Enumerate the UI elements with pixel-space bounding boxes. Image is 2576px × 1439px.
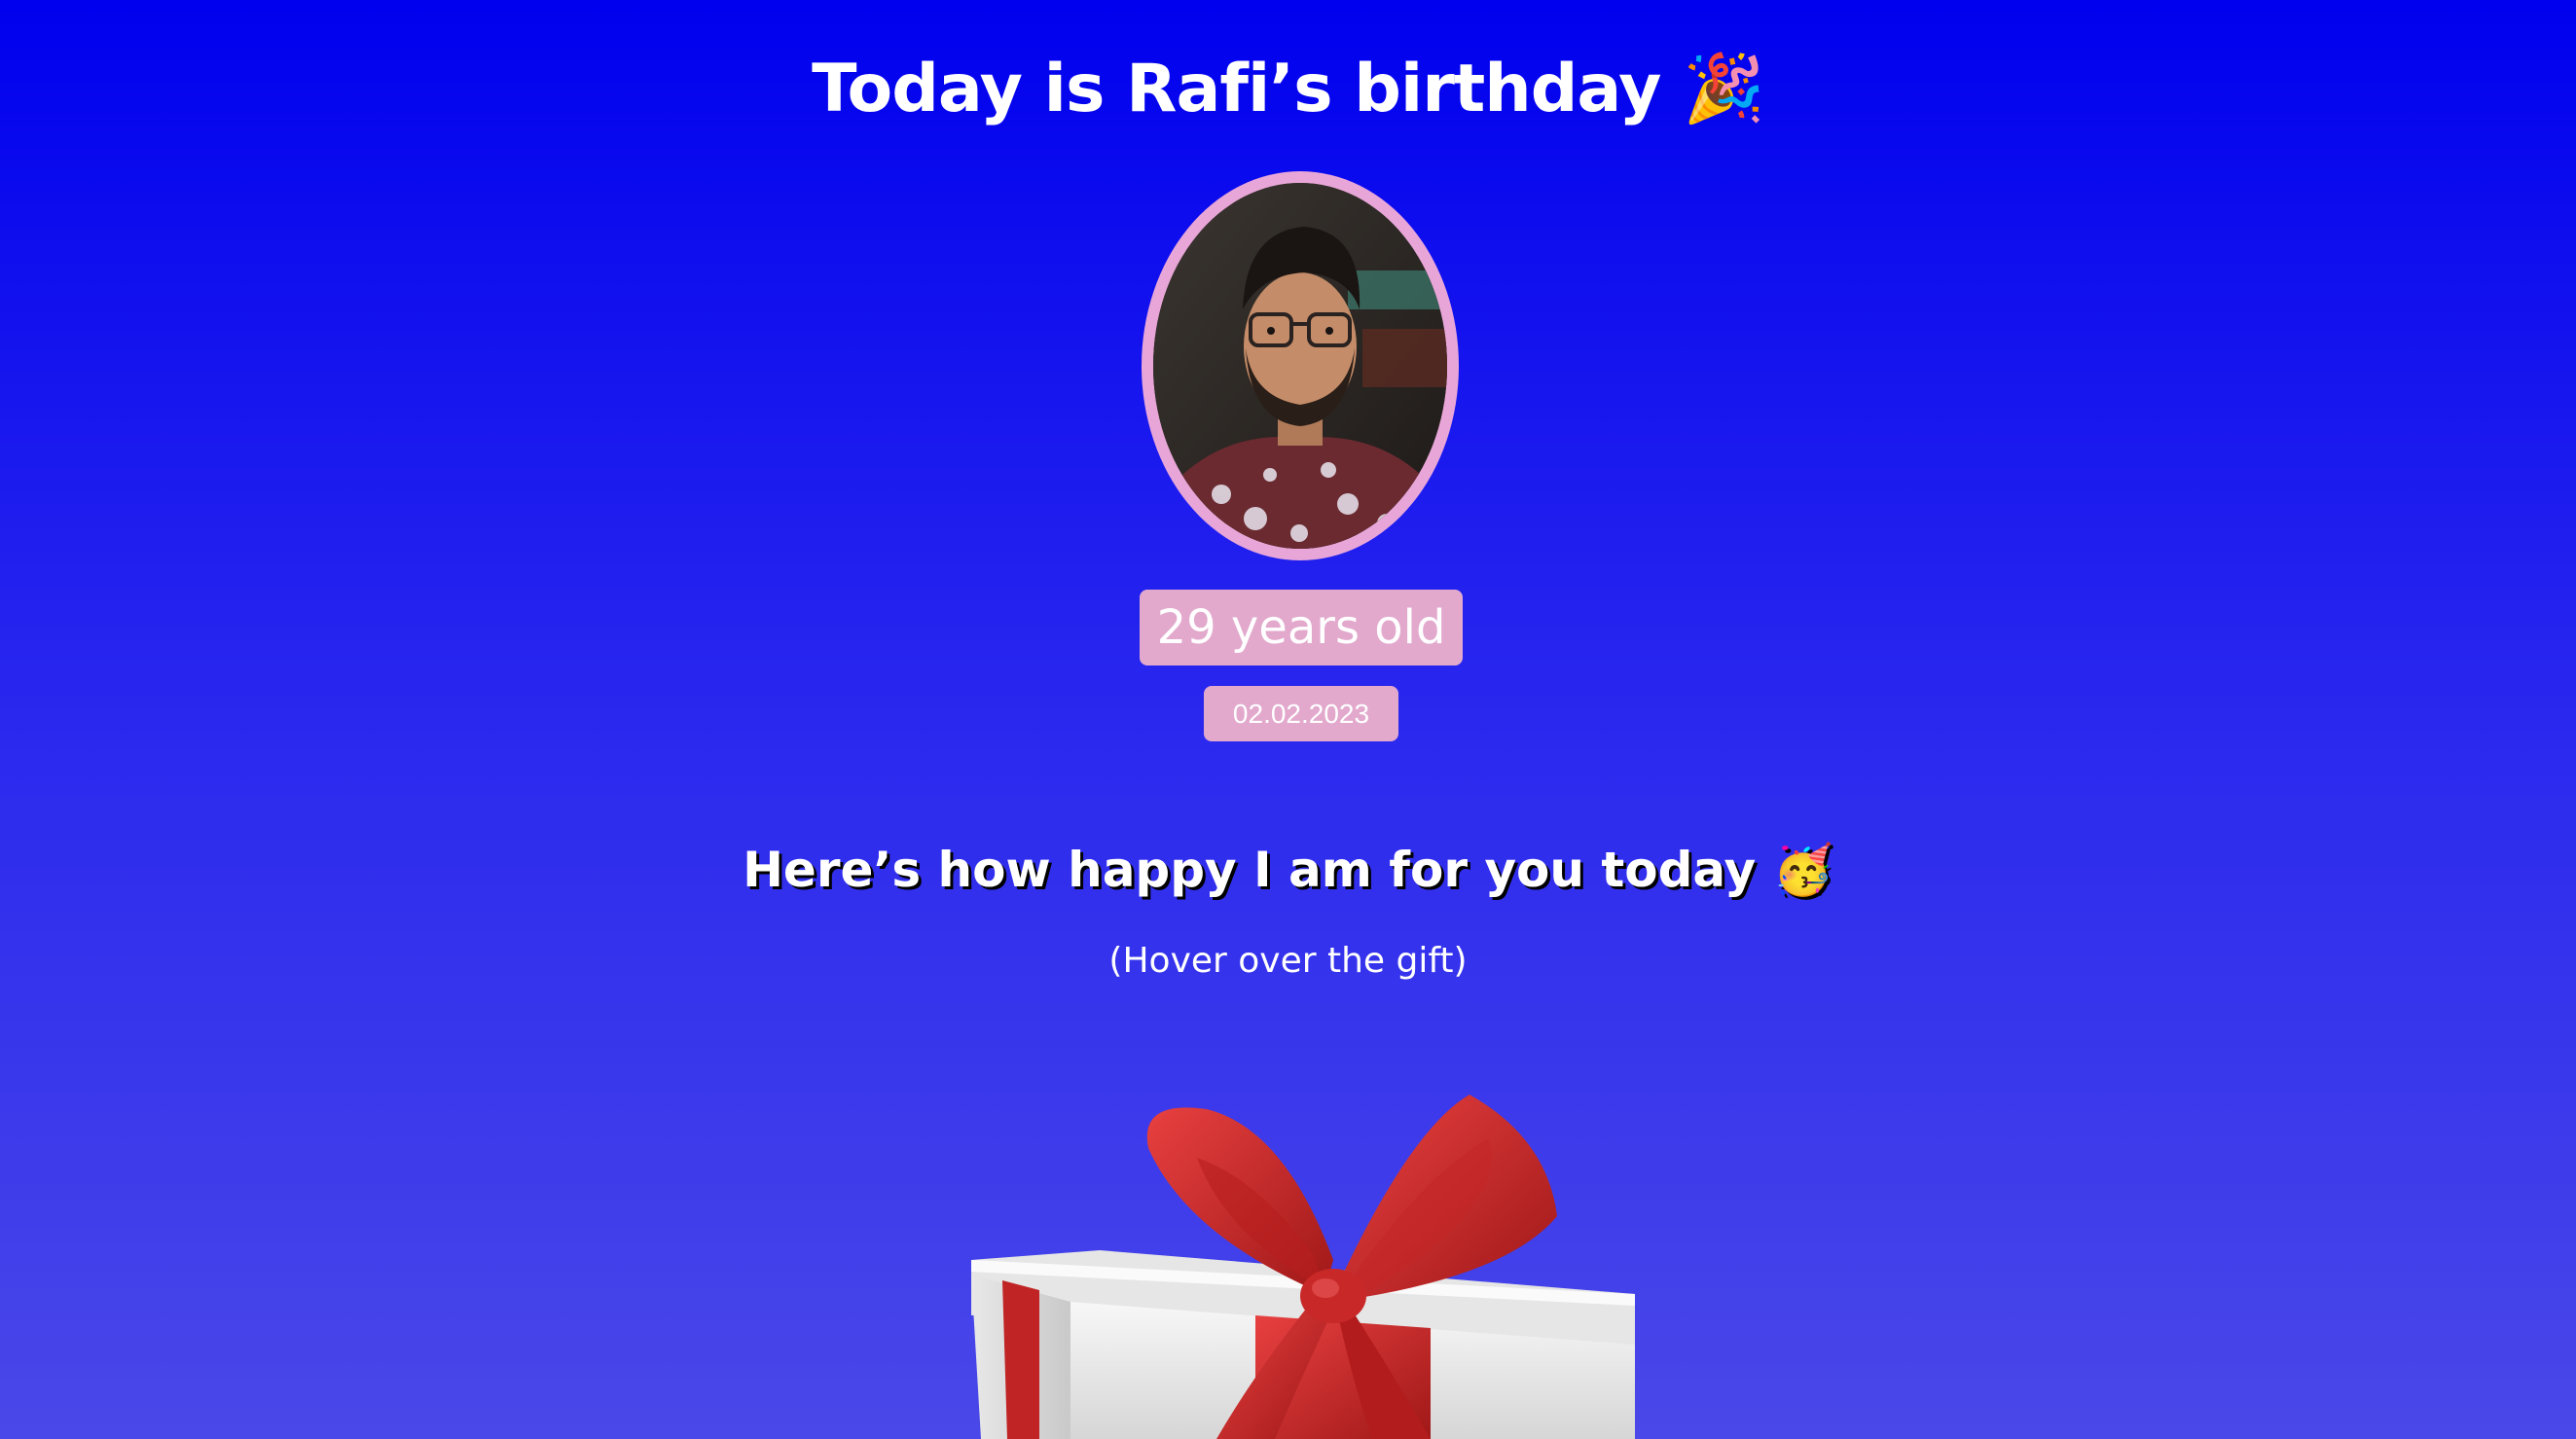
page-title: Today is Rafi’s birthday 🎉 xyxy=(0,41,2576,138)
date-badge: 02.02.2023 xyxy=(1204,686,1398,741)
happy-message-text: Here’s how happy I am for you today xyxy=(743,842,1757,898)
gift-box-icon[interactable] xyxy=(963,1090,1645,1439)
page-title-text: Today is Rafi’s birthday xyxy=(812,51,1661,127)
happy-message: Here’s how happy I am for you today 🥳 xyxy=(0,833,2576,907)
age-badge: 29 years old xyxy=(1140,590,1463,666)
avatar-photo xyxy=(1153,183,1447,549)
hover-hint: (Hover over the gift) xyxy=(1108,941,1468,981)
party-popper-icon: 🎉 xyxy=(1683,51,1765,127)
portrait-image xyxy=(1153,183,1447,549)
avatar xyxy=(1142,171,1459,560)
partying-face-icon: 🥳 xyxy=(1772,842,1833,898)
gift-graphic xyxy=(971,1095,1635,1439)
birthday-page: Today is Rafi’s birthday 🎉 29 years old … xyxy=(0,0,2576,1439)
